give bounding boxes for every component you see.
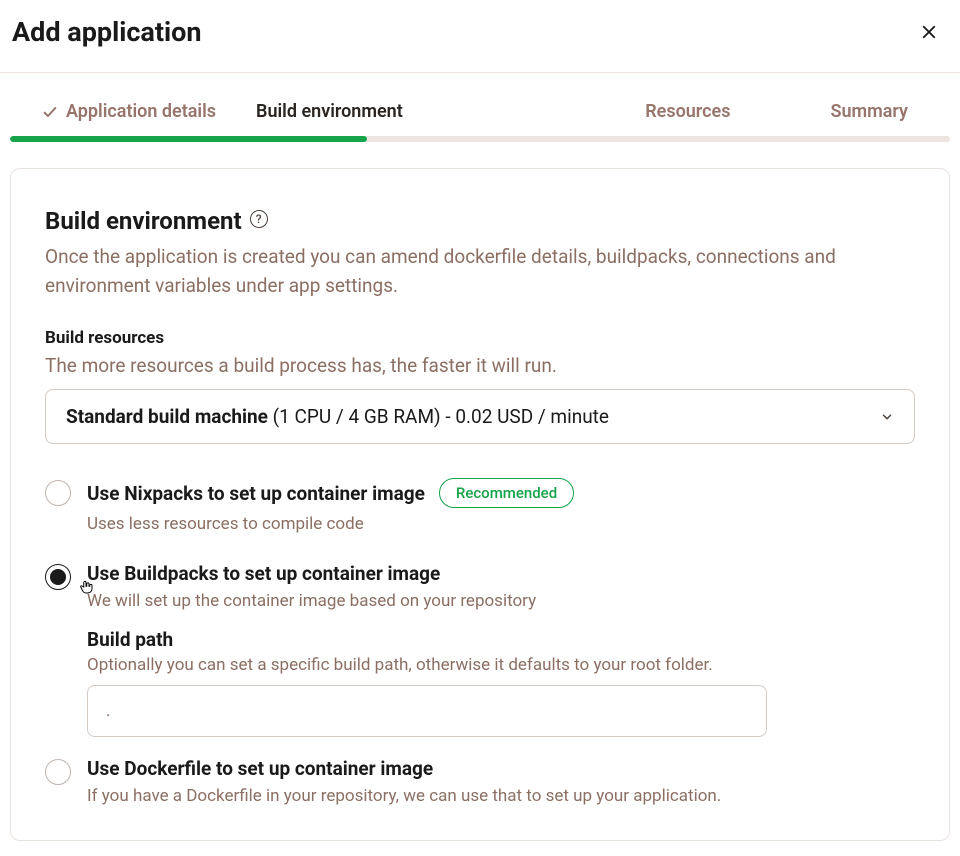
option-dockerfile-title: Use Dockerfile to set up container image <box>87 757 433 780</box>
build-path-input[interactable] <box>87 685 767 737</box>
option-nixpacks-description: Uses less resources to compile code <box>87 512 915 538</box>
build-environment-card: Build environment ? Once the application… <box>10 168 950 841</box>
step-resources[interactable]: Resources <box>645 101 830 122</box>
section-description: Once the application is created you can … <box>45 243 915 300</box>
modal-header: Add application <box>0 0 960 72</box>
build-machine-select[interactable]: Standard build machine (1 CPU / 4 GB RAM… <box>45 389 915 444</box>
step-label: Resources <box>645 101 730 122</box>
stepper: Application details Build environment Re… <box>0 73 960 142</box>
build-resources-label: Build resources <box>45 328 915 348</box>
radio-buildpacks[interactable] <box>45 564 71 590</box>
option-buildpacks-description: We will set up the container image based… <box>87 589 915 615</box>
option-nixpacks[interactable]: Use Nixpacks to set up container image R… <box>45 478 915 538</box>
step-label: Build environment <box>256 101 403 122</box>
step-build-environment[interactable]: Build environment <box>256 101 443 122</box>
option-dockerfile[interactable]: Use Dockerfile to set up container image… <box>45 757 915 810</box>
build-path-description: Optionally you can set a specific build … <box>87 655 915 675</box>
radio-dot <box>50 569 66 585</box>
close-button[interactable] <box>916 19 942 45</box>
radio-dockerfile[interactable] <box>45 759 71 785</box>
radio-nixpacks[interactable] <box>45 480 71 506</box>
chevron-down-icon <box>880 410 894 424</box>
help-icon[interactable]: ? <box>250 210 268 228</box>
section-title: Build environment <box>45 207 242 235</box>
build-resources-description: The more resources a build process has, … <box>45 354 915 377</box>
modal-title: Add application <box>12 16 202 48</box>
option-buildpacks[interactable]: Use Buildpacks to set up container image… <box>45 562 915 738</box>
build-path-title: Build path <box>87 628 915 651</box>
step-label: Summary <box>830 101 908 122</box>
recommended-badge: Recommended <box>439 478 574 508</box>
close-icon <box>920 23 938 41</box>
step-summary[interactable]: Summary <box>830 101 950 122</box>
progress-bar <box>10 136 950 142</box>
step-application-details[interactable]: Application details <box>10 101 256 122</box>
progress-fill <box>10 136 367 142</box>
check-icon <box>42 104 58 120</box>
option-dockerfile-description: If you have a Dockerfile in your reposit… <box>87 784 915 810</box>
option-buildpacks-title: Use Buildpacks to set up container image <box>87 562 440 585</box>
build-machine-selected: Standard build machine (1 CPU / 4 GB RAM… <box>66 405 609 428</box>
option-nixpacks-title: Use Nixpacks to set up container image <box>87 482 425 505</box>
step-label: Application details <box>66 101 216 122</box>
